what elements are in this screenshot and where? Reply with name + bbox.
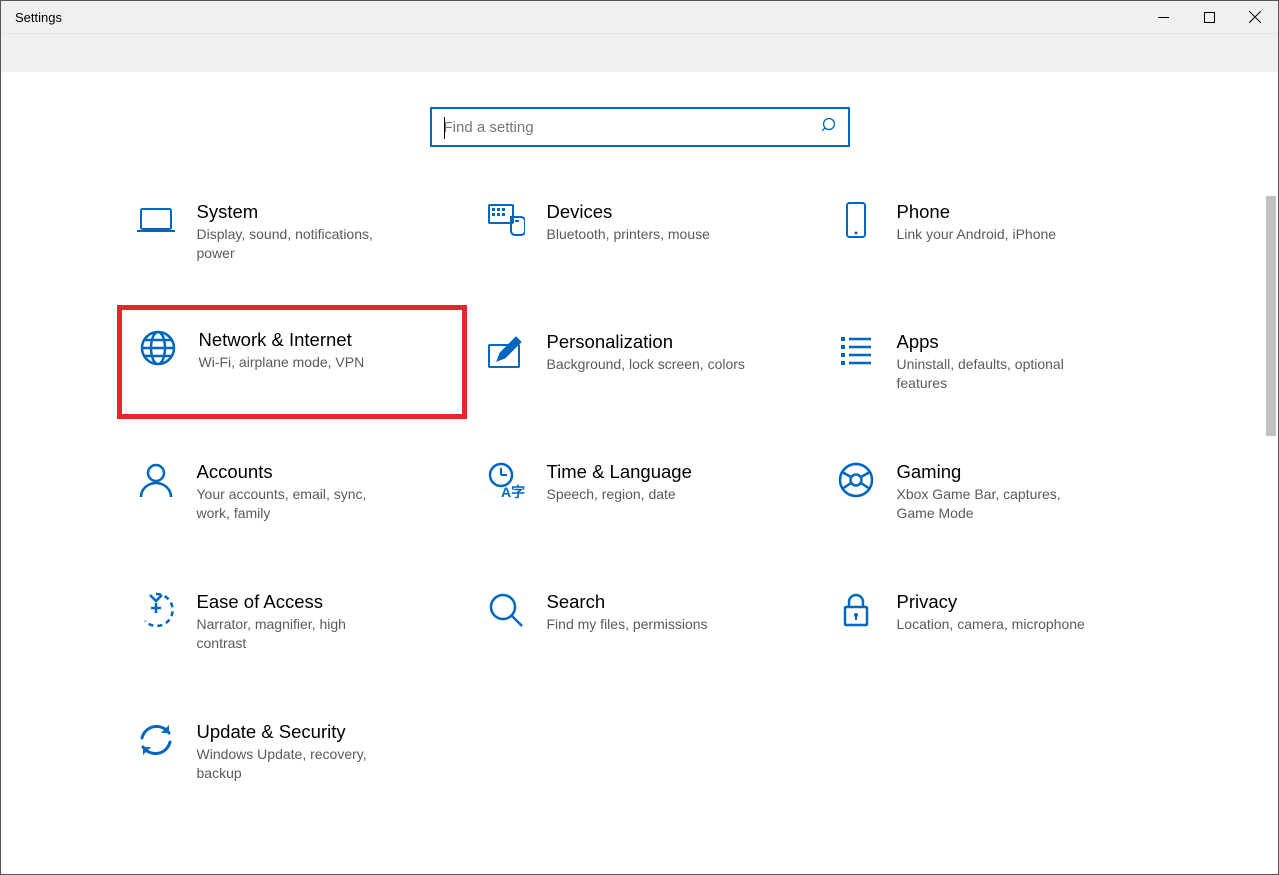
category-ease[interactable]: Ease of AccessNarrator, magnifier, high … (135, 587, 445, 657)
category-time[interactable]: Time & Language Speech, region, date (485, 457, 795, 527)
category-title: Gaming (897, 461, 1143, 483)
category-description: Bluetooth, printers, mouse (547, 225, 747, 244)
category-privacy[interactable]: Privacy Location, camera, microphone (835, 587, 1145, 657)
category-description: Link your Android, iPhone (897, 225, 1097, 244)
category-title: Devices (547, 201, 793, 223)
category-devices[interactable]: Devices Bluetooth, printers, mouse (485, 197, 795, 267)
category-description: Find my files, permissions (547, 615, 747, 634)
gaming-icon (837, 461, 875, 499)
category-title: Update & Security (197, 721, 443, 743)
category-title: Search (547, 591, 793, 613)
category-title: Phone (897, 201, 1143, 223)
category-title: Ease of Access (197, 591, 443, 613)
category-description: Your accounts, email, sync, work, family (197, 485, 397, 523)
window-controls (1140, 1, 1278, 33)
scrollbar-thumb[interactable] (1266, 196, 1276, 436)
globe-icon (139, 329, 177, 367)
category-network[interactable]: Network & Internet Wi-Fi, airplane mode, … (119, 307, 465, 417)
category-title: Network & Internet (199, 329, 445, 351)
category-description: Windows Update, recovery, backup (197, 745, 397, 783)
category-title: Apps (897, 331, 1143, 353)
category-description: Display, sound, notifications, power (197, 225, 397, 263)
update-icon (137, 721, 175, 759)
category-accounts[interactable]: AccountsYour accounts, email, sync, work… (135, 457, 445, 527)
apps-icon (837, 331, 875, 369)
search-icon (822, 117, 838, 138)
category-title: Time & Language (547, 461, 793, 483)
category-gaming[interactable]: GamingXbox Game Bar, captures, Game Mode (835, 457, 1145, 527)
category-title: System (197, 201, 443, 223)
search-big-icon (487, 591, 525, 629)
category-description: Wi-Fi, airplane mode, VPN (199, 353, 399, 372)
maximize-button[interactable] (1186, 1, 1232, 33)
search-container (1, 71, 1278, 197)
titlebar: Settings (1, 1, 1278, 34)
category-description: Uninstall, defaults, optional features (897, 355, 1097, 393)
close-button[interactable] (1232, 1, 1278, 33)
person-icon (137, 461, 175, 499)
ease-icon (137, 591, 175, 629)
lock-icon (837, 591, 875, 629)
category-description: Xbox Game Bar, captures, Game Mode (897, 485, 1097, 523)
devices-icon (487, 201, 525, 239)
minimize-button[interactable] (1140, 1, 1186, 33)
search-box[interactable] (430, 107, 850, 147)
settings-grid: SystemDisplay, sound, notifications, pow… (135, 197, 1145, 787)
laptop-icon (137, 201, 175, 239)
category-description: Background, lock screen, colors (547, 355, 747, 374)
category-update[interactable]: Update & SecurityWindows Update, recover… (135, 717, 445, 787)
category-description: Speech, region, date (547, 485, 747, 504)
category-description: Narrator, magnifier, high contrast (197, 615, 397, 653)
content-area: SystemDisplay, sound, notifications, pow… (1, 71, 1278, 874)
header-strip (1, 34, 1278, 72)
time-icon (487, 461, 525, 499)
category-personalization[interactable]: Personalization Background, lock screen, … (485, 327, 795, 397)
window-title: Settings (1, 10, 62, 25)
category-title: Privacy (897, 591, 1143, 613)
pen-icon (487, 331, 525, 369)
category-description: Location, camera, microphone (897, 615, 1097, 634)
category-phone[interactable]: Phone Link your Android, iPhone (835, 197, 1145, 267)
text-caret (444, 117, 445, 139)
category-search[interactable]: Search Find my files, permissions (485, 587, 795, 657)
category-title: Personalization (547, 331, 793, 353)
category-system[interactable]: SystemDisplay, sound, notifications, pow… (135, 197, 445, 267)
search-input[interactable] (444, 119, 822, 136)
category-apps[interactable]: AppsUninstall, defaults, optional featur… (835, 327, 1145, 397)
category-title: Accounts (197, 461, 443, 483)
phone-icon (837, 201, 875, 239)
